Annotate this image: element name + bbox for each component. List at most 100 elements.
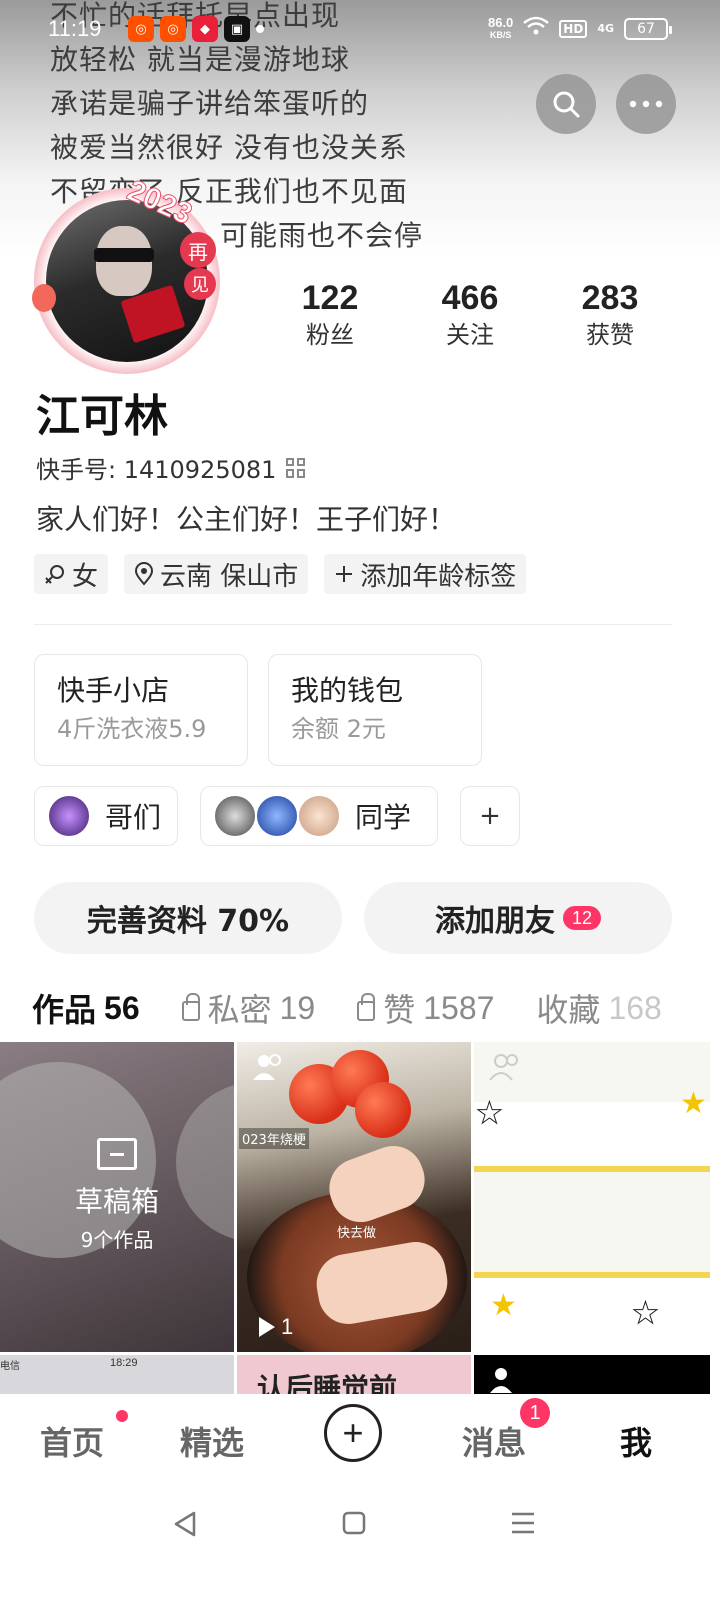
play-count-value: 1 bbox=[518, 1314, 531, 1339]
lantern-decoration bbox=[32, 284, 56, 312]
plus-icon bbox=[336, 566, 353, 582]
lyric-line: 被爱当然很好 没有也没关系 bbox=[50, 131, 408, 164]
status-time: 11:19 bbox=[48, 16, 102, 41]
record-app-icon: ▣ bbox=[224, 16, 250, 42]
nav-featured[interactable]: 精选 bbox=[180, 1418, 244, 1464]
card-subtitle: 4斤洗衣液5.9 bbox=[57, 715, 207, 743]
messages-badge: 1 bbox=[520, 1398, 550, 1428]
lyric-line: 承诺是骗子讲给笨蛋听的 bbox=[50, 87, 370, 120]
nav-messages[interactable]: 消息 bbox=[462, 1418, 526, 1464]
tag-label: 云南 保山市 bbox=[160, 561, 299, 592]
lock-icon bbox=[181, 993, 200, 1021]
add-group-button[interactable]: + bbox=[460, 786, 520, 846]
profile-bio: 家人们好！公主们好！王子们好！ bbox=[36, 503, 457, 536]
search-button[interactable] bbox=[536, 74, 596, 134]
kuaishou-app-icon: ◎ bbox=[128, 16, 154, 42]
thumbnail-art bbox=[355, 1082, 411, 1138]
works-grid: 草稿箱 9个作品 023年烧梗 快去做 1 ★ ★ ★ ★ 1 电信 18:29… bbox=[0, 1042, 720, 1394]
avatar[interactable]: 2023 再 见 bbox=[32, 173, 220, 374]
stat-following[interactable]: 466 关注 bbox=[400, 276, 540, 350]
add-friends-button[interactable]: 添加朋友 12 bbox=[364, 882, 672, 954]
tab-favorites[interactable]: 收藏 168 bbox=[536, 985, 661, 1031]
tag-gender[interactable]: 女 bbox=[34, 554, 109, 594]
stat-number: 283 bbox=[581, 279, 639, 317]
thumbnail-art bbox=[474, 1102, 710, 1172]
group-chip-classmates[interactable]: 同学 bbox=[200, 786, 438, 846]
tag-add-age[interactable]: 添加年龄标签 bbox=[324, 554, 527, 594]
thumbnail-text: 认后睡觉前 bbox=[257, 1372, 398, 1394]
video-tile[interactable] bbox=[474, 1355, 710, 1394]
drafts-box-tile[interactable]: 草稿箱 9个作品 bbox=[0, 1042, 234, 1352]
profile-tags: 女 云南 保山市 添加年龄标签 bbox=[34, 554, 527, 594]
video-tile[interactable]: 认后睡觉前 bbox=[237, 1355, 471, 1394]
group-avatar bbox=[297, 794, 341, 838]
folder-icon bbox=[97, 1138, 137, 1170]
shop-app-icon: ◆ bbox=[192, 16, 218, 42]
battery-level: 67 bbox=[637, 20, 655, 37]
play-icon bbox=[259, 1317, 275, 1337]
card-title: 我的钱包 bbox=[291, 674, 404, 707]
tab-count: 1587 bbox=[423, 989, 495, 1026]
home-icon[interactable] bbox=[342, 1510, 366, 1536]
group-avatar bbox=[213, 794, 257, 838]
collab-user-icon bbox=[489, 1054, 518, 1081]
tag-label: 女 bbox=[72, 561, 99, 592]
star-icon: ★ bbox=[632, 1296, 660, 1332]
qr-code-icon[interactable] bbox=[286, 457, 306, 478]
tab-works[interactable]: 作品 56 bbox=[32, 985, 140, 1031]
home-new-dot bbox=[116, 1410, 128, 1422]
video-tile[interactable]: ★ ★ ★ ★ 1 bbox=[474, 1042, 710, 1352]
menu-icon[interactable] bbox=[510, 1510, 536, 1536]
group-avatar bbox=[255, 794, 299, 838]
video-tile[interactable]: 023年烧梗 快去做 1 bbox=[237, 1042, 471, 1352]
notification-dot bbox=[256, 25, 264, 33]
content-tabs: 作品 56 私密 19 赞 1587 收藏 168 bbox=[32, 980, 720, 1036]
network-speed-unit: KB/S bbox=[489, 29, 512, 40]
complete-profile-label: 完善资料 70% bbox=[86, 904, 290, 939]
wallet-card[interactable]: 我的钱包 余额 2元 bbox=[268, 654, 482, 766]
card-subtitle: 余额 2元 bbox=[291, 715, 386, 743]
gender-icon bbox=[45, 565, 64, 584]
group-chip-buddies[interactable]: 哥们 bbox=[34, 786, 178, 846]
profile-stats: 122 粉丝 466 关注 283 获赞 bbox=[260, 276, 680, 350]
play-count: 1 bbox=[259, 1314, 293, 1340]
avatar-badge: 见 bbox=[184, 268, 216, 300]
tag-location[interactable]: 云南 保山市 bbox=[124, 554, 309, 594]
create-button[interactable]: + bbox=[324, 1404, 382, 1462]
stat-label: 获赞 bbox=[586, 321, 634, 349]
kuaishou-id: 快手号: 1410925081 bbox=[36, 456, 277, 484]
kuaishou-id-row[interactable]: 快手号: 1410925081 bbox=[36, 450, 306, 485]
more-options-button[interactable] bbox=[616, 74, 676, 134]
nav-me[interactable]: 我 bbox=[620, 1418, 652, 1464]
network-speed: 86.0 KB/S bbox=[488, 16, 513, 41]
tab-count: 168 bbox=[608, 989, 662, 1026]
back-icon[interactable] bbox=[172, 1510, 198, 1538]
tab-liked[interactable]: 赞 1587 bbox=[357, 985, 494, 1031]
tab-label: 作品 bbox=[32, 991, 97, 1029]
video-overlay-text: 023年烧梗 bbox=[239, 1128, 309, 1149]
drafts-count: 9个作品 bbox=[80, 1228, 154, 1252]
stat-followers[interactable]: 122 粉丝 bbox=[260, 276, 400, 350]
stat-likes[interactable]: 283 获赞 bbox=[540, 276, 680, 350]
tab-private[interactable]: 私密 19 bbox=[181, 985, 315, 1031]
thumbnail-text: 18:29 bbox=[110, 1357, 138, 1369]
friend-request-badge: 12 bbox=[562, 906, 602, 930]
play-count-value: 1 bbox=[281, 1314, 294, 1339]
status-app-icons: ◎ ◎ ◆ ▣ bbox=[128, 16, 264, 42]
drafts-label-group: 草稿箱 9个作品 bbox=[0, 1138, 234, 1253]
nav-home[interactable]: 首页 bbox=[40, 1418, 104, 1464]
thumbnail-text: 电信 bbox=[0, 1361, 20, 1372]
kuaishou-shop-card[interactable]: 快手小店 4斤洗衣液5.9 bbox=[34, 654, 248, 766]
wifi-icon bbox=[523, 16, 550, 41]
bottom-navigation: 首页 精选 + 消息 1 我 bbox=[0, 1394, 720, 1486]
tab-label: 赞 bbox=[383, 991, 416, 1029]
video-tile[interactable]: 电信 18:29 bbox=[0, 1355, 234, 1394]
kuaishou-app-icon: ◎ bbox=[160, 16, 186, 42]
tab-label: 收藏 bbox=[536, 991, 601, 1029]
star-icon: ★ bbox=[680, 1086, 707, 1121]
more-icon bbox=[629, 100, 663, 108]
video-overlay-text: 快去做 bbox=[337, 1226, 377, 1241]
status-indicators: 86.0 KB/S HD 4G 67 bbox=[488, 16, 672, 41]
complete-profile-button[interactable]: 完善资料 70% bbox=[34, 882, 342, 954]
stat-label: 关注 bbox=[446, 321, 494, 349]
